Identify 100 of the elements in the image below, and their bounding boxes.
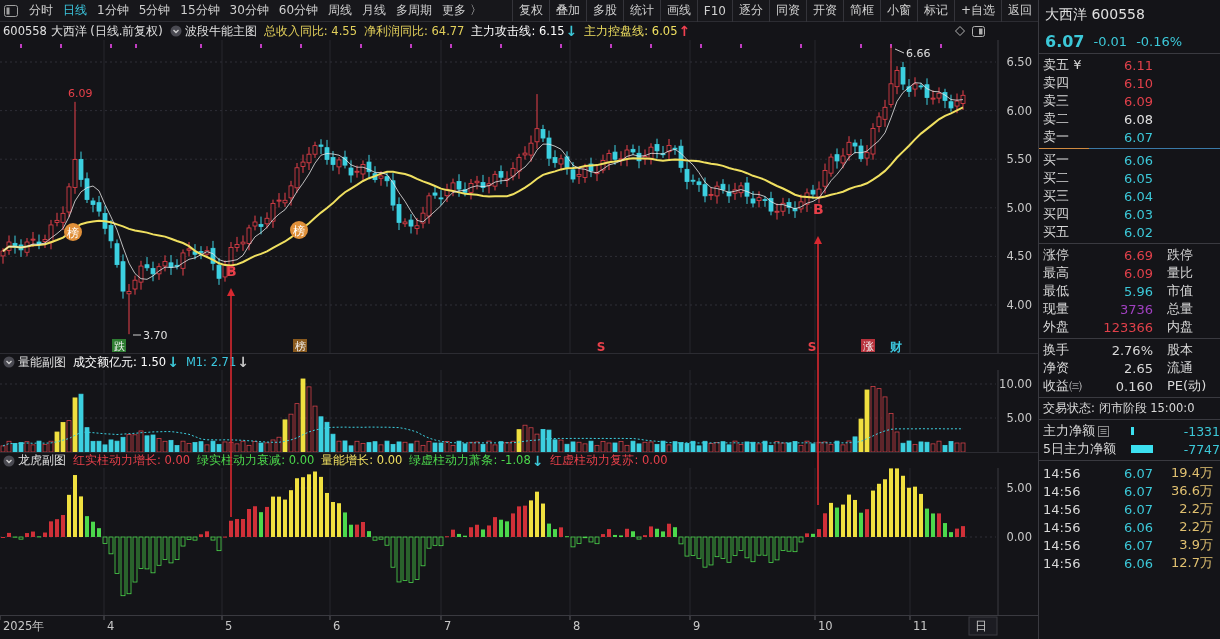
panel-title: 量能副图	[18, 354, 66, 370]
toolbar-button[interactable]: 逐分	[731, 0, 769, 22]
period-tab[interactable]: 15分钟	[175, 2, 225, 19]
stat-label: 跌停	[1166, 246, 1194, 264]
event-marker: S	[596, 340, 606, 353]
axis-label: 8	[573, 619, 581, 633]
toolbar-button[interactable]: +自选	[953, 0, 1001, 22]
axis-label: 6	[333, 619, 341, 633]
indicator-value: 量能增长: 0.00	[321, 453, 403, 468]
stat-label: 换手	[1043, 341, 1070, 359]
ask-price: 6.08	[1123, 111, 1153, 127]
stat-label: 收益㈢	[1043, 377, 1083, 395]
event-marker: S	[807, 340, 817, 353]
trend-arrow: ↓	[565, 24, 578, 38]
trade-time: 14:56	[1043, 501, 1082, 517]
toolbar-button[interactable]: 简框	[842, 0, 880, 22]
toolbar-button[interactable]: 返回	[1001, 0, 1038, 22]
trade-volume: 12.7万	[1170, 554, 1213, 572]
trend-arrow: ↓	[167, 355, 179, 369]
trade-volume: 2.2万	[1178, 500, 1213, 518]
toolbar-button[interactable]: 画线	[659, 0, 697, 22]
toolbar-button[interactable]: 同资	[768, 0, 806, 22]
price-label: 3.70	[143, 329, 168, 342]
stat-label: 最低	[1043, 282, 1070, 300]
price-label: 6.66	[906, 47, 931, 60]
stock-title: 600558 大西洋 (日线.前复权)	[3, 23, 163, 39]
price-change: -0.01	[1093, 34, 1128, 49]
bid-label: 买一	[1043, 151, 1070, 169]
stat-label: 总量	[1166, 300, 1194, 318]
event-marker: 涨	[861, 339, 875, 353]
toolbar-button[interactable]: 复权	[511, 0, 549, 22]
axis-label: 11	[913, 619, 928, 633]
axis-label: 7	[444, 619, 452, 633]
trade-volume: 36.6万	[1170, 482, 1213, 500]
stat-label: 股本	[1166, 341, 1194, 359]
ask-price: 6.11	[1123, 57, 1153, 73]
axis-label: 6.00	[1006, 103, 1032, 118]
bid-label: 买五	[1043, 223, 1070, 241]
stat-label: 内盘	[1166, 318, 1194, 336]
ask-label: 卖三	[1043, 92, 1070, 110]
stat-label: 现量	[1043, 300, 1070, 318]
toolbar-button[interactable]: 多股	[585, 0, 623, 22]
ask-label: 卖四	[1043, 74, 1070, 92]
stat-label: PE(动)	[1166, 377, 1208, 395]
stock-name: 大西洋 600558	[1044, 5, 1146, 24]
rank-badge: 榜	[64, 223, 82, 241]
ask-label: 卖二	[1043, 110, 1070, 128]
flow-label: 主力净额	[1043, 422, 1095, 440]
period-tab[interactable]: 日线	[58, 2, 92, 19]
flow-label: 5日主力净额	[1043, 440, 1116, 458]
stat-label: 流通	[1166, 359, 1194, 377]
trade-volume: 3.9万	[1178, 536, 1213, 554]
period-tab[interactable]: 周线	[323, 2, 358, 19]
toolbar-button[interactable]: 叠加	[548, 0, 586, 22]
indicator-value: 红实柱动力增长: 0.00	[73, 453, 191, 468]
toolbar-button[interactable]: 开资	[805, 0, 843, 22]
indicator-value: 总收入同比: 4.55	[263, 23, 357, 39]
stat-value: 0.160	[1114, 378, 1153, 394]
period-tab[interactable]: 30分钟	[224, 2, 274, 19]
bid-price: 6.06	[1123, 152, 1153, 168]
indicator-value: 红虚柱动力复苏: 0.00	[550, 453, 668, 468]
period-tab[interactable]: 月线	[357, 2, 392, 19]
indicator-value: 主力攻击线: 6.15	[471, 23, 565, 39]
ask-price: 6.10	[1123, 75, 1153, 91]
trade-time: 14:56	[1043, 483, 1082, 499]
period-tab[interactable]: 更多 〉	[437, 2, 487, 19]
toolbar-button[interactable]: 小窗	[879, 0, 917, 22]
indicator-value: 成交额亿元: 1.50	[73, 354, 167, 370]
toolbar-button[interactable]: 统计	[622, 0, 660, 22]
buy-signal: B	[813, 201, 824, 217]
axis-label: 5.00	[1006, 411, 1032, 425]
period-tab[interactable]: 1分钟	[92, 2, 134, 19]
flow-value: -7747	[1182, 441, 1220, 457]
stat-label: 净资	[1043, 359, 1070, 377]
axis-label: 10	[818, 619, 833, 633]
toolbar-button[interactable]: 标记	[916, 0, 954, 22]
period-tab[interactable]: 多周期	[391, 2, 438, 19]
bid-price: 6.03	[1123, 206, 1153, 222]
bid-price: 6.04	[1123, 188, 1153, 204]
toolbar-button[interactable]: F10	[696, 0, 732, 22]
indicator-value: 主力控盘线: 6.05	[584, 23, 678, 39]
trade-volume: 2.2万	[1178, 518, 1213, 536]
bid-label: 买二	[1043, 169, 1070, 187]
period-tab[interactable]: 60分钟	[273, 2, 324, 19]
stat-label: 最高	[1043, 264, 1070, 282]
period-tab[interactable]: 分时	[24, 2, 58, 19]
stat-label: 量比	[1166, 264, 1194, 282]
axis-label: 5.50	[1006, 152, 1032, 167]
trade-price: 6.07	[1123, 501, 1153, 517]
period-toggle[interactable]: 日	[968, 616, 998, 636]
stat-value: 6.09	[1123, 265, 1153, 281]
axis-label: 10.00	[999, 377, 1032, 391]
event-marker: 榜	[293, 339, 307, 353]
period-tab[interactable]: 5分钟	[133, 2, 176, 19]
trend-arrow: ↑	[678, 24, 691, 38]
event-marker: 跌	[112, 339, 126, 353]
bid-label: 买三	[1043, 187, 1070, 205]
buy-signal: B	[226, 263, 237, 279]
event-marker: 财	[890, 340, 902, 353]
axis-label: 2025年	[3, 619, 45, 633]
